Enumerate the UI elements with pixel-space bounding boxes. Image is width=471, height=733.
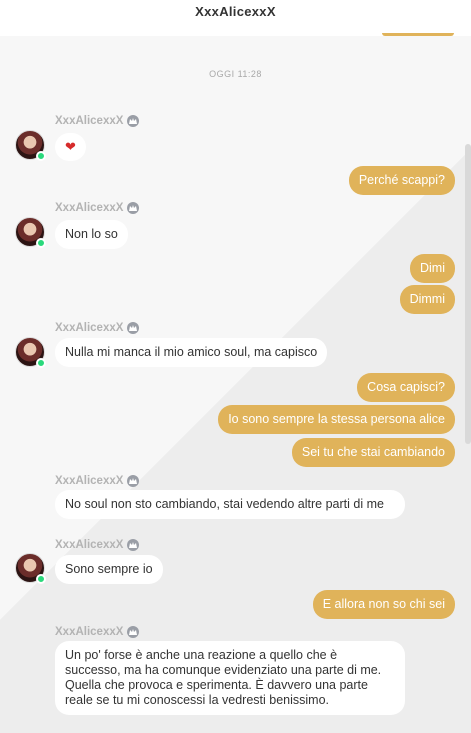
- online-indicator: [36, 574, 46, 584]
- sender-name: XxxAlicexxX: [55, 626, 140, 638]
- heart-icon: ❤: [65, 139, 76, 154]
- crown-icon: [127, 626, 140, 638]
- sender-name: XxxAlicexxX: [55, 539, 140, 551]
- crown-icon: [127, 539, 140, 551]
- avatar[interactable]: [15, 553, 46, 584]
- message-incoming[interactable]: No soul non sto cambiando, stai vedendo …: [55, 490, 405, 519]
- message-outgoing[interactable]: Sei tu che stai cambiando: [291, 438, 455, 467]
- message-outgoing[interactable]: Cosa capisci?: [357, 373, 455, 402]
- date-separator: OGGI 11:28: [209, 69, 262, 79]
- sender-name: XxxAlicexxX: [55, 475, 140, 487]
- crown-icon: [127, 475, 140, 487]
- chat-title: XxxAlicexxX: [195, 4, 276, 19]
- message-incoming[interactable]: ❤: [55, 133, 86, 161]
- online-indicator: [36, 238, 46, 248]
- message-incoming[interactable]: Non lo so: [55, 220, 128, 249]
- avatar[interactable]: [15, 130, 46, 161]
- previous-message-peek: [382, 33, 454, 36]
- message-outgoing[interactable]: Perché scappi?: [348, 166, 455, 195]
- scrollbar[interactable]: [465, 144, 471, 444]
- sender-name: XxxAlicexxX: [55, 202, 140, 214]
- message-incoming[interactable]: Sono sempre io: [55, 555, 163, 584]
- message-incoming[interactable]: Nulla mi manca il mio amico soul, ma cap…: [55, 338, 328, 367]
- message-outgoing[interactable]: E allora non so chi sei: [312, 590, 455, 619]
- avatar[interactable]: [15, 337, 46, 368]
- crown-icon: [127, 115, 140, 127]
- sender-name: XxxAlicexxX: [55, 115, 140, 127]
- message-outgoing[interactable]: Dimmi: [399, 285, 455, 314]
- message-outgoing[interactable]: Dimi: [410, 254, 455, 283]
- crown-icon: [127, 202, 140, 214]
- sender-name: XxxAlicexxX: [55, 322, 140, 334]
- online-indicator: [36, 358, 46, 368]
- chat-header: XxxAlicexxX: [0, 0, 471, 36]
- message-outgoing[interactable]: Io sono sempre la stessa persona alice: [218, 405, 455, 434]
- crown-icon: [127, 322, 140, 334]
- online-indicator: [36, 151, 46, 161]
- avatar[interactable]: [15, 217, 46, 248]
- message-incoming[interactable]: Un po' forse è anche una reazione a quel…: [55, 641, 405, 715]
